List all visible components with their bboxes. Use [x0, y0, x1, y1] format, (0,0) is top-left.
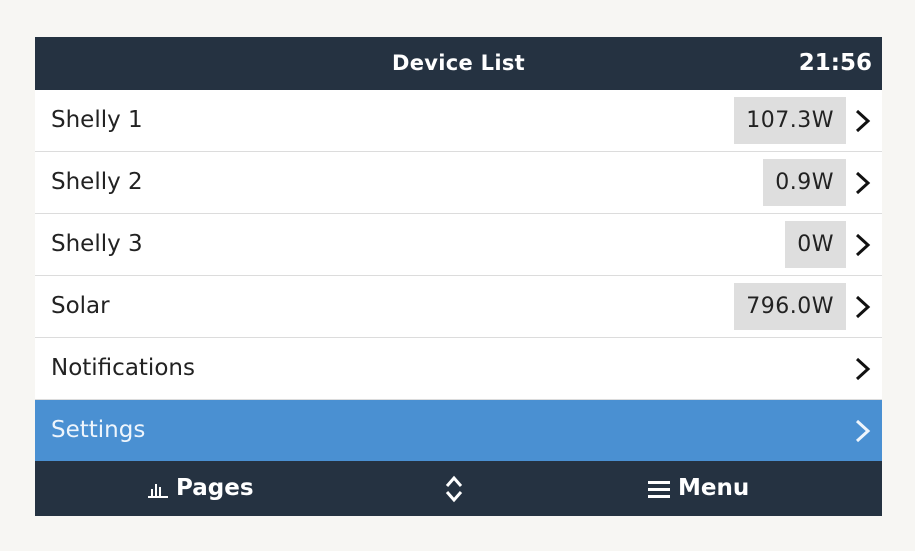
bar-chart-icon: [148, 483, 168, 498]
chevron-right-icon: [855, 419, 871, 443]
menu-button[interactable]: Menu: [648, 461, 749, 516]
list-item-label: Settings: [51, 417, 146, 443]
clock: 21:56: [798, 50, 872, 76]
list-item-notifications[interactable]: Notifications: [35, 338, 882, 400]
header-bar: Device List 21:56: [35, 37, 882, 90]
device-list-screen: Device List 21:56 Shelly 1 107.3W Shelly…: [35, 37, 882, 516]
page-title: Device List: [392, 51, 525, 75]
list-item-shelly-1[interactable]: Shelly 1 107.3W: [35, 90, 882, 152]
device-list: Shelly 1 107.3W Shelly 2 0.9W Shelly 3 0…: [35, 90, 882, 462]
hamburger-icon: [648, 480, 670, 498]
list-item-solar[interactable]: Solar 796.0W: [35, 276, 882, 338]
pages-button[interactable]: Pages: [148, 461, 254, 516]
up-down-chevron-icon: [445, 475, 463, 502]
list-item-label: Notifications: [51, 355, 195, 381]
list-item-label: Solar: [51, 293, 110, 319]
list-item-shelly-3[interactable]: Shelly 3 0W: [35, 214, 882, 276]
power-value: 0.9W: [763, 159, 846, 206]
chevron-right-icon: [855, 171, 871, 195]
chevron-right-icon: [855, 357, 871, 381]
list-item-label: Shelly 3: [51, 231, 143, 257]
list-item-label: Shelly 2: [51, 169, 143, 195]
chevron-right-icon: [855, 109, 871, 133]
chevron-right-icon: [855, 295, 871, 319]
menu-label: Menu: [678, 475, 750, 501]
scroll-button[interactable]: [443, 461, 465, 516]
chevron-right-icon: [855, 233, 871, 257]
list-item-shelly-2[interactable]: Shelly 2 0.9W: [35, 152, 882, 214]
power-value: 796.0W: [734, 283, 846, 330]
pages-label: Pages: [176, 475, 254, 501]
footer-bar: Pages Menu: [35, 461, 882, 516]
power-value: 107.3W: [734, 97, 846, 144]
list-item-label: Shelly 1: [51, 107, 143, 133]
list-item-settings[interactable]: Settings: [35, 400, 882, 462]
power-value: 0W: [785, 221, 846, 268]
